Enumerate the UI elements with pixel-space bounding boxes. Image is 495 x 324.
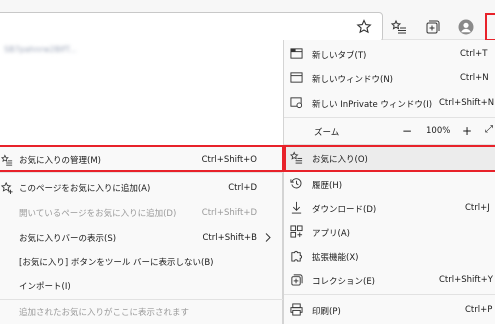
- submenu-label: お気に入りバーの表示(S): [19, 233, 117, 244]
- menu-item-new-window[interactable]: 新しいウィンドウ(N) Ctrl+N: [284, 65, 495, 90]
- menu-item-print[interactable]: 印刷(P) Ctrl+P: [284, 297, 495, 322]
- menu-label: アプリ(A): [312, 229, 350, 239]
- menu-item-apps[interactable]: アプリ(A): [284, 219, 495, 244]
- fullscreen-icon[interactable]: ⤢: [485, 124, 495, 138]
- submenu-divider: [0, 172, 283, 173]
- blurred-url-text: SB7pahnrw2BlfT...: [4, 45, 77, 54]
- favorites-submenu: お気に入りの管理(M) Ctrl+Shift+O このページをお気に入りに追加(…: [0, 146, 283, 324]
- address-bar[interactable]: [0, 12, 383, 42]
- submenu-label: インポート(I): [19, 281, 71, 292]
- submenu-item-show-favorites-bar[interactable]: お気に入りバーの表示(S) Ctrl+Shift+B: [0, 225, 283, 250]
- submenu-label: [お気に入り] ボタンをツール バーに表示しない(B): [19, 257, 214, 268]
- submenu-item-import[interactable]: インポート(I): [0, 273, 283, 298]
- apps-icon: [289, 224, 303, 238]
- chevron-right-icon: [265, 233, 271, 245]
- menu-item-collections[interactable]: コレクション(E) Ctrl+Shift+Y: [284, 267, 495, 292]
- new-window-icon: [289, 70, 303, 84]
- submenu-shortcut: Ctrl+Shift+D: [201, 207, 257, 218]
- menu-shortcut: Ctrl+Shift+N: [439, 98, 495, 108]
- menu-label: ダウンロード(D): [312, 205, 377, 215]
- empty-note-text: 追加されたお気に入りがここに表示されます: [19, 308, 190, 318]
- browser-window: SB7pahnrw2BlfT... 新しいタブ(T) Ctrl+T 新しいウィン…: [0, 0, 495, 324]
- menu-item-extensions[interactable]: 拡張機能(X): [284, 243, 495, 268]
- menu-item-history[interactable]: 履歴(H): [284, 171, 495, 196]
- menu-shortcut: Ctrl+J: [465, 203, 490, 213]
- menu-label: 履歴(H): [312, 181, 343, 191]
- add-favorite-star-icon[interactable]: [353, 16, 375, 38]
- browser-toolbar: [0, 0, 495, 42]
- extensions-icon: [289, 248, 303, 262]
- menu-label: 印刷(P): [312, 307, 341, 317]
- favorites-menu-highlight: [284, 145, 495, 172]
- print-icon: [289, 302, 303, 316]
- submenu-item-add-page[interactable]: このページをお気に入りに追加(A) Ctrl+D: [0, 175, 283, 200]
- favorites-list-icon[interactable]: [388, 16, 410, 38]
- menu-shortcut: Ctrl+Shift+Y: [439, 275, 493, 285]
- collections-icon: [289, 272, 303, 286]
- settings-menu: 新しいタブ(T) Ctrl+T 新しいウィンドウ(N) Ctrl+N 新しい I…: [283, 40, 495, 324]
- menu-item-new-inprivate[interactable]: 新しい InPrivate ウィンドウ(I) Ctrl+Shift+N: [284, 90, 495, 115]
- submenu-shortcut: Ctrl+Shift+B: [202, 232, 257, 243]
- collections-icon[interactable]: [421, 16, 443, 38]
- menu-label: 新しいタブ(T): [312, 51, 367, 61]
- submenu-divider: [0, 299, 283, 300]
- menu-shortcut: Ctrl+N: [460, 73, 489, 83]
- menu-item-zoom: ズーム − 100% + ⤢: [284, 118, 495, 143]
- menu-shortcut: Ctrl+T: [460, 49, 488, 59]
- submenu-label: 開いているページをお気に入りに追加(D): [19, 208, 177, 219]
- submenu-shortcut: Ctrl+D: [228, 182, 257, 193]
- profile-icon[interactable]: [455, 16, 477, 38]
- menu-label: コレクション(E): [312, 277, 376, 287]
- zoom-out-button[interactable]: −: [396, 118, 418, 143]
- zoom-label: ズーム: [314, 128, 340, 138]
- submenu-item-hide-favorites-button[interactable]: [お気に入り] ボタンをツール バーに表示しない(B): [0, 249, 283, 274]
- menu-label: 新しいウィンドウ(N): [312, 75, 393, 85]
- menu-shortcut: Ctrl+P: [465, 305, 493, 315]
- zoom-in-button[interactable]: +: [456, 118, 478, 143]
- settings-button-highlight[interactable]: [485, 13, 495, 41]
- history-icon: [289, 176, 303, 190]
- star-add-icon: [0, 181, 14, 195]
- new-tab-icon: [289, 46, 303, 60]
- menu-divider: [284, 294, 495, 295]
- menu-label: 新しい InPrivate ウィンドウ(I): [312, 100, 433, 110]
- submenu-item-add-open-pages[interactable]: 開いているページをお気に入りに追加(D) Ctrl+Shift+D: [0, 200, 283, 225]
- download-icon: [289, 200, 303, 214]
- zoom-value: 100%: [426, 126, 451, 136]
- submenu-label: このページをお気に入りに追加(A): [19, 183, 151, 194]
- favorites-manage-highlight: [0, 145, 284, 172]
- menu-label: 拡張機能(X): [312, 253, 359, 263]
- favorites-empty-note: 追加されたお気に入りがここに表示されます: [0, 302, 283, 322]
- menu-item-new-tab[interactable]: 新しいタブ(T) Ctrl+T: [284, 41, 495, 66]
- inprivate-icon: [289, 95, 303, 109]
- menu-item-downloads[interactable]: ダウンロード(D) Ctrl+J: [284, 195, 495, 220]
